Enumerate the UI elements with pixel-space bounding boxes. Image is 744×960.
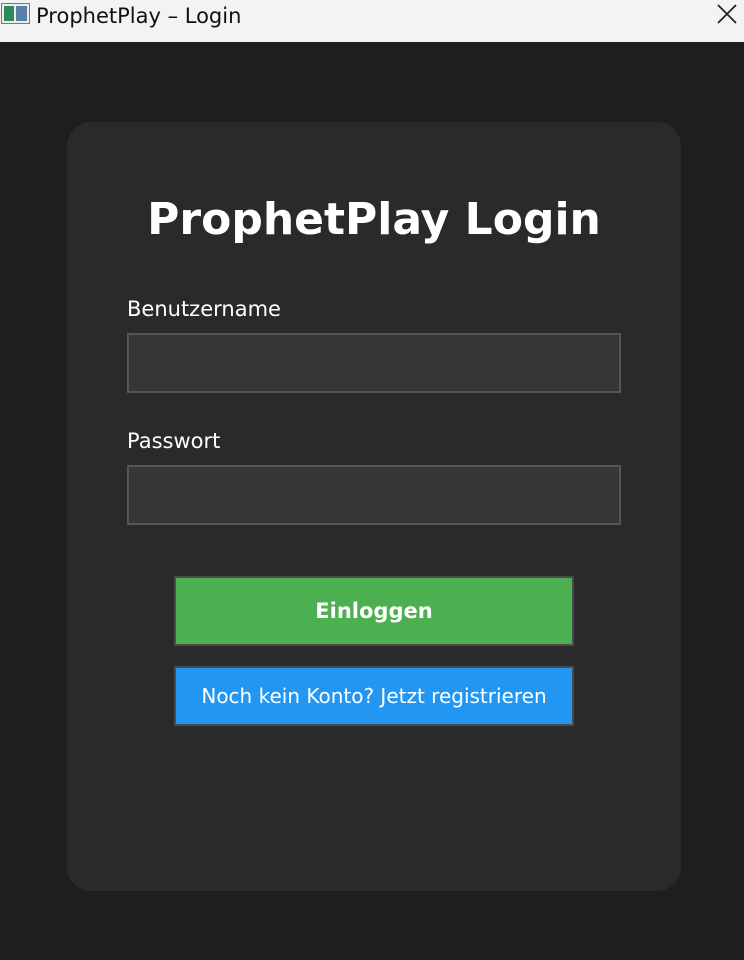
close-button[interactable]: [700, 0, 744, 30]
password-input[interactable]: [127, 465, 621, 525]
login-button[interactable]: Einloggen: [174, 576, 574, 646]
register-button[interactable]: Noch kein Konto? Jetzt registrieren: [174, 666, 574, 726]
login-heading: ProphetPlay Login: [147, 194, 601, 245]
window-title: ProphetPlay – Login: [36, 4, 242, 28]
close-icon: [717, 4, 737, 24]
login-card: ProphetPlay Login Benutzername Passwort …: [67, 122, 681, 891]
password-label: Passwort: [127, 429, 221, 453]
app-window-icon: [1, 3, 30, 24]
username-input[interactable]: [127, 333, 621, 393]
title-bar: ProphetPlay – Login: [0, 0, 744, 42]
username-label: Benutzername: [127, 297, 281, 321]
